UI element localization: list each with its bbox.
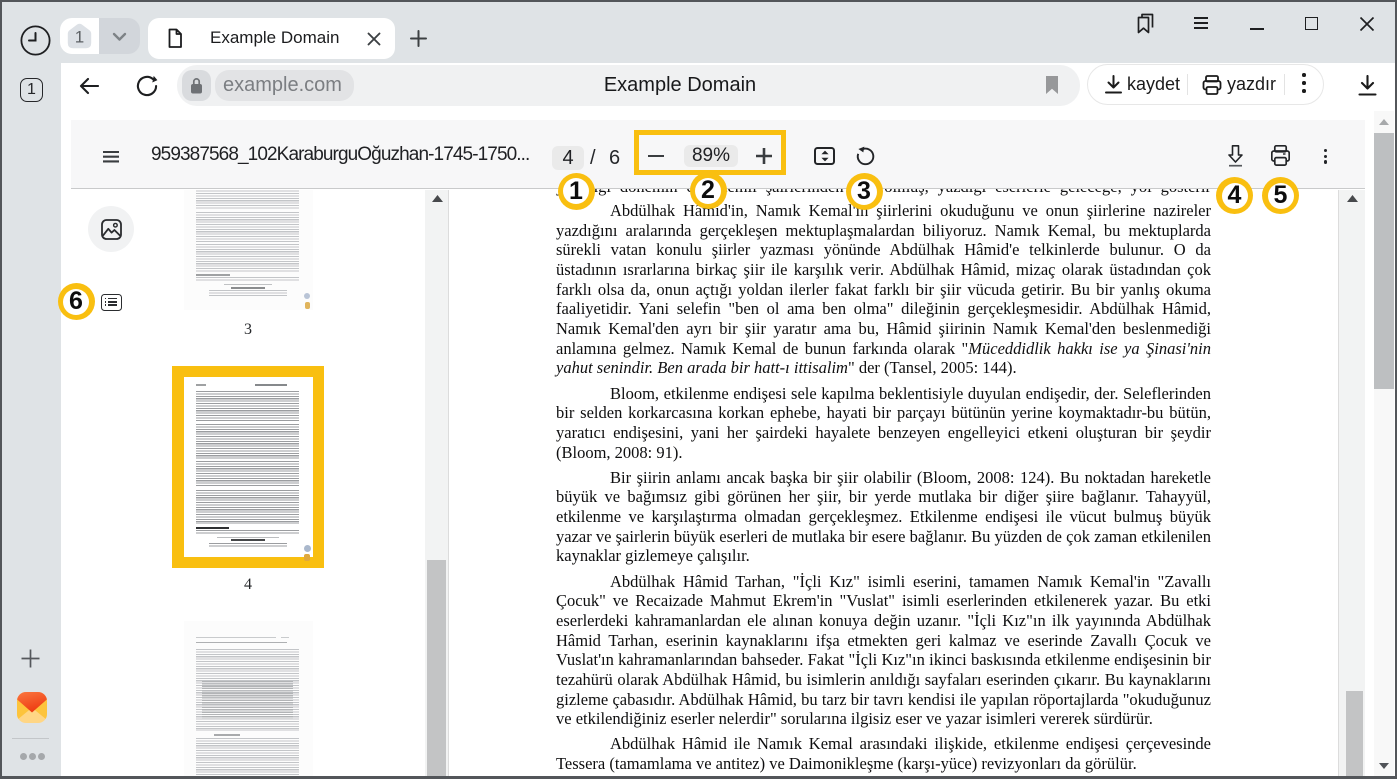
svg-text:1: 1: [75, 28, 84, 47]
